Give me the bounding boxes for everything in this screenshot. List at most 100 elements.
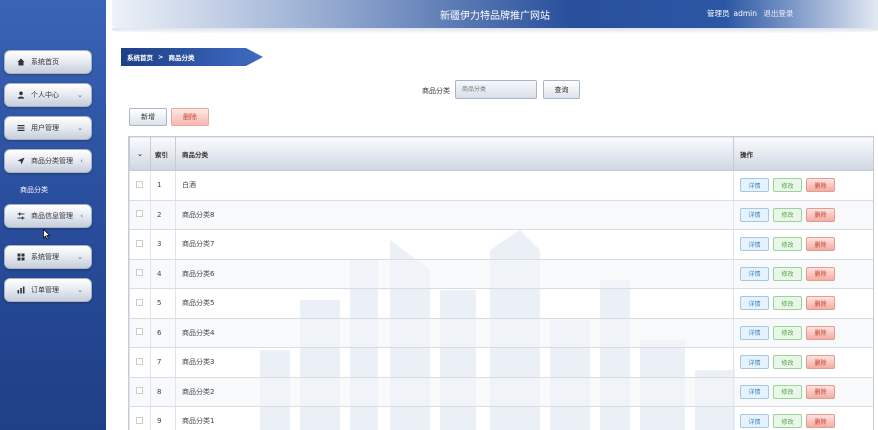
edit-button[interactable]: 修改 <box>773 296 802 311</box>
detail-button[interactable]: 详情 <box>740 266 769 281</box>
row-checkbox-cell[interactable] <box>129 229 151 260</box>
chevron-down-icon: ⌄ <box>77 253 83 261</box>
row-category: 商品分类1 <box>175 406 734 430</box>
detail-button[interactable]: 详情 <box>740 178 769 193</box>
person-icon <box>17 91 25 99</box>
delete-button[interactable]: 删除 <box>806 296 835 311</box>
edit-button[interactable]: 修改 <box>773 384 802 399</box>
row-index: 2 <box>150 200 176 230</box>
row-category: 商品分类2 <box>175 377 734 407</box>
table-row: 9 商品分类1 详情 修改 删除 <box>129 406 873 430</box>
sidebar-item-orders[interactable]: 订单管理 ⌄ <box>4 278 92 302</box>
ops-header: 操作 <box>733 136 873 171</box>
row-ops: 详情 修改 删除 <box>733 170 873 201</box>
delete-button[interactable]: 删除 <box>806 414 835 429</box>
detail-button[interactable]: 详情 <box>740 414 769 429</box>
edit-button[interactable]: 修改 <box>773 266 802 281</box>
row-checkbox-cell[interactable] <box>129 200 151 230</box>
detail-button[interactable]: 详情 <box>740 296 769 311</box>
row-category: 商品分类7 <box>175 229 734 260</box>
sidebar-subitem-category[interactable]: 商品分类 <box>20 185 48 195</box>
home-icon <box>17 58 25 66</box>
delete-button[interactable]: 删除 <box>806 325 835 340</box>
user-role-label: 管理员 <box>707 9 730 18</box>
row-index: 9 <box>150 406 176 430</box>
detail-button[interactable]: 详情 <box>740 207 769 222</box>
sidebar-item-system[interactable]: 系统管理 ⌄ <box>4 245 92 269</box>
delete-button[interactable]: 删除 <box>806 384 835 399</box>
batch-delete-button[interactable]: 删除 <box>171 108 209 126</box>
add-button[interactable]: 新增 <box>129 108 167 126</box>
delete-button[interactable]: 删除 <box>806 355 835 370</box>
table-header-row: ⌄ 索引 商品分类 操作 <box>129 136 873 171</box>
row-checkbox-cell[interactable] <box>129 318 151 348</box>
row-checkbox-cell[interactable] <box>129 288 151 319</box>
sidebar-item-home[interactable]: 系统首页 <box>4 50 92 74</box>
row-ops: 详情 修改 删除 <box>733 288 873 319</box>
row-category: 白酒 <box>175 170 734 201</box>
row-checkbox-cell[interactable] <box>129 170 151 201</box>
top-header: 新疆伊力特品牌推广网站 管理员 admin 退出登录 <box>0 0 878 34</box>
row-checkbox[interactable] <box>136 298 143 306</box>
edit-button[interactable]: 修改 <box>773 325 802 340</box>
table-row: 4 商品分类6 详情 修改 删除 <box>129 259 873 289</box>
search-button[interactable]: 查询 <box>543 80 580 99</box>
table-row: 3 商品分类7 详情 修改 删除 <box>129 229 873 260</box>
row-checkbox[interactable] <box>136 239 143 247</box>
edit-button[interactable]: 修改 <box>773 178 802 193</box>
sidebar-item-users[interactable]: 用户管理 ⌄ <box>4 116 92 140</box>
delete-button[interactable]: 删除 <box>806 266 835 281</box>
edit-button[interactable]: 修改 <box>773 414 802 429</box>
grid-icon <box>17 253 25 261</box>
row-checkbox-cell[interactable] <box>129 377 151 407</box>
chevron-down-icon: ⌄ <box>77 286 83 294</box>
row-index: 3 <box>150 229 176 260</box>
delete-button[interactable]: 删除 <box>806 237 835 252</box>
row-checkbox[interactable] <box>136 387 143 395</box>
row-checkbox[interactable] <box>136 180 143 188</box>
send-icon <box>17 157 25 165</box>
chevron-left-icon: ‹ <box>80 212 83 220</box>
row-category: 商品分类3 <box>175 347 734 378</box>
sidebar-item-label: 系统管理 <box>31 253 59 261</box>
breadcrumb-home[interactable]: 系统首页 <box>127 52 153 62</box>
sidebar-item-product-mgmt[interactable]: 商品信息管理 ‹ <box>4 204 92 228</box>
table-row: 8 商品分类2 详情 修改 删除 <box>129 377 873 407</box>
row-index: 7 <box>150 347 176 378</box>
row-ops: 详情 修改 删除 <box>733 347 873 378</box>
logout-link[interactable]: 退出登录 <box>763 9 793 18</box>
row-checkbox[interactable] <box>136 357 143 365</box>
chevron-down-icon: ⌄ <box>77 124 83 132</box>
row-checkbox[interactable] <box>136 269 143 277</box>
list-icon <box>17 124 25 132</box>
sidebar-item-personal[interactable]: 个人中心 ⌄ <box>4 83 92 107</box>
row-ops: 详情 修改 删除 <box>733 377 873 407</box>
site-title: 新疆伊力特品牌推广网站 <box>440 11 550 22</box>
search-input[interactable] <box>455 80 537 99</box>
username: admin <box>733 9 758 18</box>
detail-button[interactable]: 详情 <box>740 384 769 399</box>
row-category: 商品分类6 <box>175 259 734 289</box>
row-checkbox[interactable] <box>136 416 143 424</box>
row-checkbox-cell[interactable] <box>129 259 151 289</box>
row-index: 4 <box>150 259 176 289</box>
detail-button[interactable]: 详情 <box>740 325 769 340</box>
sidebar-item-category-mgmt[interactable]: 商品分类管理 ‹ <box>4 149 92 173</box>
delete-button[interactable]: 删除 <box>806 178 835 193</box>
row-ops: 详情 修改 删除 <box>733 318 873 348</box>
edit-button[interactable]: 修改 <box>773 355 802 370</box>
select-all-header[interactable]: ⌄ <box>129 136 151 171</box>
row-checkbox[interactable] <box>136 328 143 336</box>
sidebar: 系统首页 个人中心 ⌄ 用户管理 ⌄ 商品分类管理 ‹ 商品分类 商品信息管理 … <box>0 0 106 430</box>
delete-button[interactable]: 删除 <box>806 207 835 222</box>
row-checkbox[interactable] <box>136 210 143 218</box>
sidebar-item-label: 系统首页 <box>31 58 59 66</box>
chevron-down-icon: ⌄ <box>77 91 83 99</box>
row-checkbox-cell[interactable] <box>129 406 151 430</box>
detail-button[interactable]: 详情 <box>740 237 769 252</box>
detail-button[interactable]: 详情 <box>740 355 769 370</box>
table-row: 7 商品分类3 详情 修改 删除 <box>129 347 873 378</box>
row-checkbox-cell[interactable] <box>129 347 151 378</box>
edit-button[interactable]: 修改 <box>773 207 802 222</box>
edit-button[interactable]: 修改 <box>773 237 802 252</box>
